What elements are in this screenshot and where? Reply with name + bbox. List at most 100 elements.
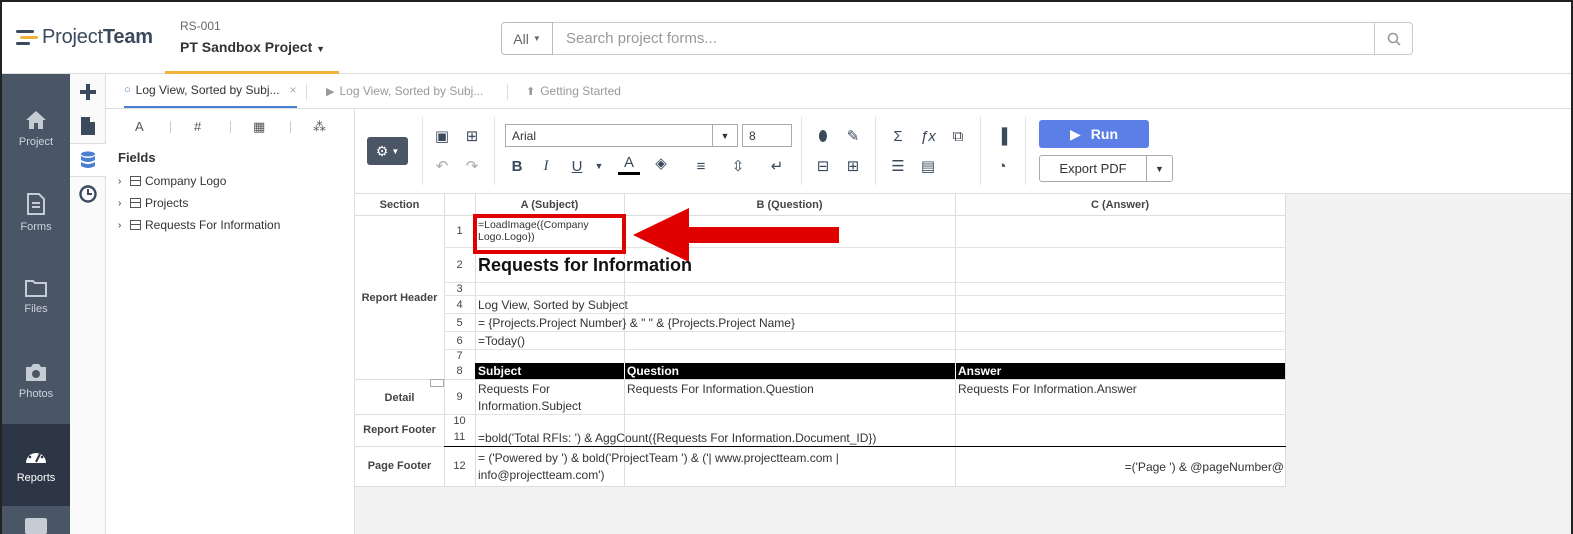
tab-log-view-1[interactable]: ○ Log View, Sorted by Subj... × — [124, 74, 297, 108]
search-scope-dropdown[interactable]: All ▼ — [501, 22, 553, 55]
field-requests-for-information[interactable]: › Requests For Information — [118, 218, 280, 232]
caret-down-icon: ▼ — [1155, 163, 1164, 174]
font-family-select[interactable]: Arial — [505, 124, 738, 147]
nav-forms[interactable]: Forms — [2, 172, 70, 254]
cell-r9-b[interactable]: Requests For Information.Question — [627, 381, 947, 398]
cell-r6-a[interactable]: =Today() — [478, 333, 948, 350]
caret-down-icon: ▼ — [316, 44, 326, 54]
function-icon[interactable]: ƒx — [917, 125, 939, 147]
add-section-icon[interactable]: ⊞ — [461, 125, 483, 147]
redo-icon[interactable]: ↷ — [461, 155, 483, 177]
home-icon — [26, 111, 46, 129]
database-icon — [81, 151, 95, 168]
nav-reports-label: Reports — [16, 472, 56, 484]
project-selector[interactable]: PT Sandbox Project ▼ — [180, 39, 325, 55]
cell-r8-c[interactable]: Answer — [958, 363, 1278, 380]
tab-getting-started[interactable]: ⬆ Getting Started — [526, 74, 621, 108]
cell-r11-a[interactable]: =bold('Total RFIs: ') & AggCount({Reques… — [478, 430, 1178, 447]
row-number[interactable]: 4 — [444, 297, 475, 314]
list-icon[interactable]: ☰ — [887, 155, 909, 177]
wrap-text-icon[interactable]: ↵ — [766, 155, 788, 177]
bold-icon[interactable]: B — [506, 155, 528, 177]
history-button[interactable] — [70, 177, 106, 211]
link-icon[interactable]: ⧉ — [947, 125, 969, 147]
caret-down-icon: ▼ — [391, 146, 400, 156]
cell-r5-a[interactable]: = {Projects.Project Number} & " " & {Pro… — [478, 315, 948, 332]
nav-reports[interactable]: Reports — [2, 424, 70, 506]
add-button[interactable] — [70, 75, 106, 109]
report-grid: Section A (Subject) B (Question) C (Answ… — [355, 194, 1286, 487]
document-button[interactable] — [70, 109, 106, 143]
underline-dropdown-icon[interactable]: ▼ — [588, 155, 610, 177]
search-button[interactable] — [1374, 22, 1413, 55]
column-header-a[interactable]: A (Subject) — [475, 197, 624, 214]
chevron-down-icon[interactable]: ▼ — [712, 125, 737, 146]
hash-icon[interactable]: # — [194, 119, 201, 134]
export-pdf-button[interactable]: Export PDF — [1039, 155, 1147, 182]
bullet-list-icon[interactable]: ▤ — [917, 155, 939, 177]
row-number[interactable]: 9 — [444, 389, 475, 406]
field-projects[interactable]: › Projects — [118, 196, 188, 210]
table-grid-icon[interactable]: ▦ — [253, 119, 265, 135]
export-dropdown-button[interactable]: ▼ — [1146, 155, 1173, 182]
nav-project[interactable]: Project — [2, 88, 70, 170]
font-size-select[interactable]: 8 — [742, 124, 792, 147]
logo-mark-icon — [16, 27, 38, 49]
section-page-footer[interactable]: Page Footer — [355, 458, 444, 475]
undo-icon[interactable]: ↶ — [431, 155, 453, 177]
speedometer-icon[interactable]: ◔ — [991, 155, 1013, 177]
fill-color-icon[interactable]: ◈ — [650, 153, 672, 175]
close-icon[interactable]: × — [290, 83, 297, 97]
cell-r9-a[interactable]: Requests For Information.Subject — [478, 381, 620, 415]
cell-r9-c[interactable]: Requests For Information.Answer — [958, 381, 1278, 398]
drop-icon[interactable]: ⬮ — [812, 125, 834, 147]
save-icon[interactable]: ▣ — [431, 125, 453, 147]
search-input[interactable]: Search project forms... — [553, 22, 1375, 55]
row-number[interactable]: 8 — [444, 363, 475, 380]
field-company-logo[interactable]: › Company Logo — [118, 174, 226, 188]
cell-r12-c[interactable]: =('Page ') & @pageNumber@ — [958, 459, 1284, 476]
italic-icon[interactable]: I — [535, 155, 557, 177]
nav-more[interactable] — [2, 508, 70, 534]
row-number[interactable]: 1 — [444, 223, 475, 240]
underline-icon[interactable]: U — [566, 155, 588, 177]
font-color-icon[interactable]: A — [618, 153, 640, 175]
sum-icon[interactable]: Σ — [887, 125, 909, 147]
row-number[interactable]: 10 — [444, 413, 475, 430]
text-tool-icon[interactable]: A — [135, 119, 144, 134]
gear-icon: ⚙ — [375, 142, 389, 159]
chevron-right-icon: › — [118, 175, 122, 187]
cell-r12-a[interactable]: = ('Powered by ') & bold('ProjectTeam ')… — [478, 450, 948, 484]
row-number[interactable]: 2 — [444, 257, 475, 274]
row-number[interactable]: 5 — [444, 315, 475, 332]
cell-r8-a[interactable]: Subject — [478, 363, 618, 380]
row-number[interactable]: 12 — [444, 458, 475, 475]
row-number[interactable]: 3 — [444, 281, 475, 298]
valign-icon[interactable]: ⇳ — [727, 155, 749, 177]
clock-icon — [79, 185, 97, 203]
nav-photos[interactable]: Photos — [2, 340, 70, 422]
chart-icon[interactable]: ▐ — [991, 125, 1013, 147]
settings-menu-button[interactable]: ⚙ ▼ — [367, 137, 408, 165]
projectteam-logo[interactable]: ProjectTeam — [16, 26, 153, 49]
cell-r2-a[interactable]: Requests for Information — [478, 254, 948, 276]
row-number[interactable]: 11 — [444, 429, 475, 446]
section-report-header[interactable]: Report Header — [355, 290, 444, 307]
nav-files[interactable]: Files — [2, 256, 70, 338]
hierarchy-icon[interactable]: ⁂ — [313, 119, 326, 135]
cell-r8-b[interactable]: Question — [627, 363, 947, 380]
run-button[interactable]: ▶ Run — [1039, 120, 1149, 148]
column-header-c[interactable]: C (Answer) — [955, 197, 1285, 214]
brush-icon[interactable]: ✎ — [842, 125, 864, 147]
tab-log-view-2[interactable]: ▶ Log View, Sorted by Subj... — [326, 74, 483, 108]
section-report-footer[interactable]: Report Footer — [355, 422, 444, 439]
column-header-section[interactable]: Section — [355, 197, 444, 214]
borders-icon[interactable]: ⊞ — [842, 155, 864, 177]
collapse-toggle-icon[interactable] — [430, 379, 444, 387]
merge-rows-icon[interactable]: ⊟ — [812, 155, 834, 177]
section-detail[interactable]: Detail — [355, 390, 444, 407]
database-button[interactable] — [70, 143, 106, 177]
cell-r4-a[interactable]: Log View, Sorted by Subject — [478, 297, 948, 314]
align-icon[interactable]: ≡ — [690, 155, 712, 177]
search-scope-label: All — [513, 30, 529, 47]
